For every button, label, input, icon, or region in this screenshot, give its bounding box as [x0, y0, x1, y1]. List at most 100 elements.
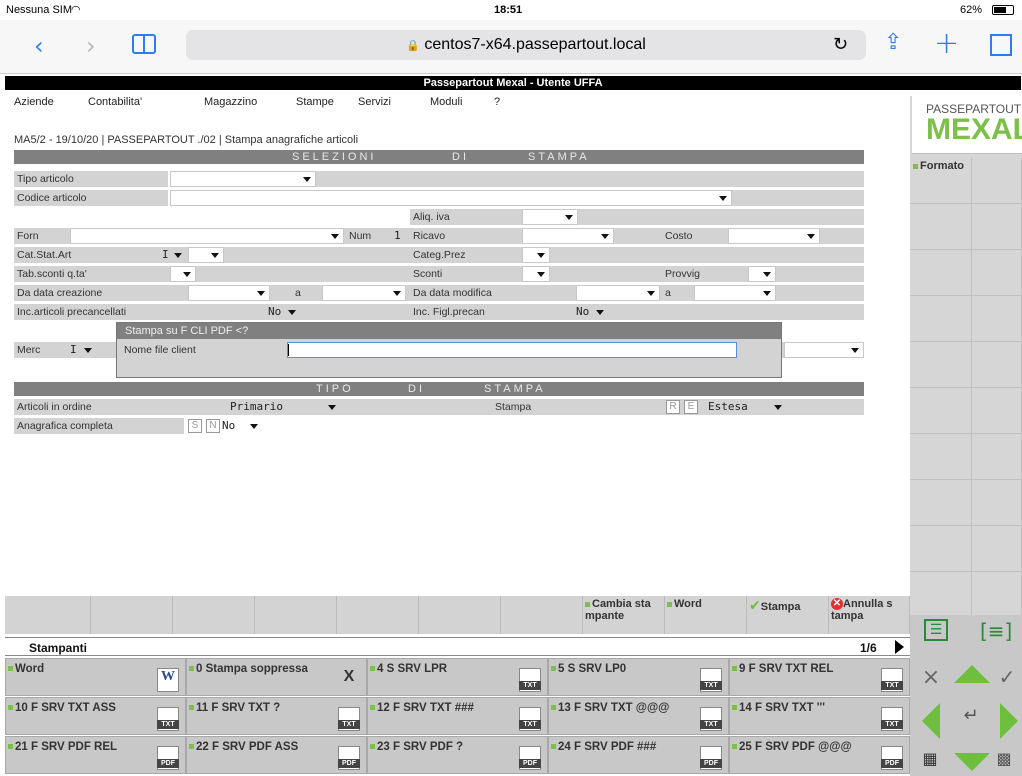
cancel-x-icon[interactable]: ×	[916, 665, 946, 690]
key-s[interactable]: S	[188, 419, 202, 433]
categ-prez-select[interactable]	[522, 247, 550, 263]
tabs-icon[interactable]	[990, 34, 1012, 56]
printer-button[interactable]: 10 F SRV TXT ASS TXT	[5, 697, 186, 735]
printer-button[interactable]: 21 F SRV PDF REL PDF	[5, 736, 186, 774]
right-cell[interactable]	[910, 388, 972, 434]
printer-button[interactable]: 24 F SRV PDF ### PDF	[548, 736, 729, 774]
right-cell[interactable]	[972, 388, 1022, 434]
provvig-select[interactable]	[748, 266, 776, 282]
stampa-button[interactable]: ✔Stampa	[747, 596, 829, 634]
da-data-creazione-select[interactable]	[188, 285, 270, 301]
new-tab-icon[interactable]: +	[934, 26, 959, 61]
keypad-icon[interactable]: ▩	[992, 749, 1016, 768]
enter-icon[interactable]: ↵	[956, 705, 986, 726]
right-cell[interactable]	[972, 342, 1022, 388]
formato-button[interactable]: Formato	[910, 158, 972, 204]
list-icon[interactable]: ☰	[924, 619, 948, 641]
right-cell[interactable]	[972, 526, 1022, 572]
right-cell[interactable]	[972, 204, 1022, 250]
right-cell[interactable]	[972, 480, 1022, 526]
stampa-select[interactable]: Estesa	[708, 399, 784, 415]
inc-figl-select[interactable]: No	[576, 304, 606, 320]
right-cell[interactable]	[910, 250, 972, 296]
tipo-articolo-select[interactable]	[170, 171, 316, 187]
nome-file-input[interactable]	[287, 342, 737, 358]
right-cell[interactable]	[972, 250, 1022, 296]
right-cell[interactable]	[910, 526, 972, 572]
cat-stat-art-select[interactable]: I	[160, 247, 184, 263]
arrow-right-icon[interactable]	[1000, 703, 1018, 739]
menu-aziende[interactable]: Aziende	[14, 96, 54, 108]
right-cell[interactable]	[910, 434, 972, 480]
fn-slot[interactable]	[255, 596, 337, 634]
merc-extra-select[interactable]	[784, 342, 864, 358]
num-value[interactable]: 1	[394, 228, 408, 244]
arrow-up-icon[interactable]	[954, 665, 990, 683]
reload-icon[interactable]: ↻	[833, 34, 848, 55]
cat-stat-art-select-2[interactable]	[188, 247, 224, 263]
menu-moduli[interactable]: Moduli	[430, 96, 462, 108]
menu-servizi[interactable]: Servizi	[358, 96, 391, 108]
menu-stampe[interactable]: Stampe	[296, 96, 334, 108]
printer-button[interactable]: 25 F SRV PDF @@@ PDF	[729, 736, 910, 774]
annulla-stampa-button[interactable]: ✕ Annulla s tampa	[829, 596, 910, 634]
menu-magazzino[interactable]: Magazzino	[204, 96, 257, 108]
merc-select[interactable]: I	[70, 342, 94, 358]
word-fn-button[interactable]: Word	[665, 596, 747, 634]
right-cell[interactable]	[972, 434, 1022, 480]
sconti-select[interactable]	[522, 266, 550, 282]
inc-precancellati-select[interactable]: No	[268, 304, 298, 320]
a-data-creazione-select[interactable]	[322, 285, 406, 301]
share-icon[interactable]: ⇪	[884, 30, 902, 55]
right-cell[interactable]	[910, 480, 972, 526]
bookmarks-icon[interactable]	[132, 34, 156, 54]
da-data-modifica-select[interactable]	[576, 285, 660, 301]
cambia-stampante-button[interactable]: Cambia sta mpante	[583, 596, 665, 634]
printer-button[interactable]: 4 S SRV LPR TXT	[367, 658, 548, 696]
right-cell[interactable]	[972, 296, 1022, 342]
menu-help[interactable]: ?	[494, 96, 500, 108]
ricavo-select[interactable]	[522, 228, 614, 244]
right-cell[interactable]	[972, 158, 1022, 204]
menu-contabilita[interactable]: Contabilita'	[88, 96, 142, 108]
grid-icon[interactable]: ▦	[918, 749, 942, 768]
printer-button[interactable]: 22 F SRV PDF ASS PDF	[186, 736, 367, 774]
next-page-icon[interactable]	[895, 640, 904, 654]
fn-slot[interactable]	[337, 596, 419, 634]
printer-button[interactable]: 9 F SRV TXT REL TXT	[729, 658, 910, 696]
aliq-iva-select[interactable]	[522, 209, 578, 225]
url-bar[interactable]: 🔒 centos7-x64.passepartout.local	[186, 30, 866, 60]
arrow-left-icon[interactable]	[922, 703, 940, 739]
printer-button[interactable]: 0 Stampa soppressa X	[186, 658, 367, 696]
forward-icon[interactable]: ›	[86, 32, 96, 60]
arrow-down-icon[interactable]	[954, 753, 990, 771]
key-n[interactable]: N	[206, 419, 220, 433]
right-cell[interactable]	[910, 204, 972, 250]
key-r[interactable]: R	[666, 400, 680, 414]
right-cell[interactable]	[910, 342, 972, 388]
printer-button[interactable]: 13 F SRV TXT @@@ TXT	[548, 697, 729, 735]
right-cell[interactable]	[910, 296, 972, 342]
anagrafica-select[interactable]: No	[222, 418, 260, 434]
forn-select[interactable]	[70, 228, 344, 244]
printer-button[interactable]: 14 F SRV TXT ''' TXT	[729, 697, 910, 735]
printer-button[interactable]: 12 F SRV TXT ### TXT	[367, 697, 548, 735]
fn-slot[interactable]	[5, 596, 91, 634]
tab-sconti-select[interactable]	[170, 266, 196, 282]
articoli-ordine-select[interactable]: Primario	[230, 399, 338, 415]
fn-slot[interactable]	[501, 596, 583, 634]
printer-button[interactable]: Word W	[5, 658, 186, 696]
printer-button[interactable]: 5 S SRV LP0 TXT	[548, 658, 729, 696]
printer-button[interactable]: 11 F SRV TXT ? TXT	[186, 697, 367, 735]
list-bracket-icon[interactable]: [≡]	[980, 619, 1012, 643]
confirm-check-icon[interactable]: ✓	[994, 665, 1020, 689]
codice-articolo-select[interactable]	[170, 190, 732, 206]
right-cell[interactable]	[972, 572, 1022, 618]
key-e[interactable]: E	[684, 400, 698, 414]
fn-slot[interactable]	[173, 596, 255, 634]
fn-slot[interactable]	[419, 596, 501, 634]
a-data-modifica-select[interactable]	[694, 285, 776, 301]
right-cell[interactable]	[910, 572, 972, 618]
costo-select[interactable]	[728, 228, 820, 244]
back-icon[interactable]: ‹	[34, 32, 44, 60]
